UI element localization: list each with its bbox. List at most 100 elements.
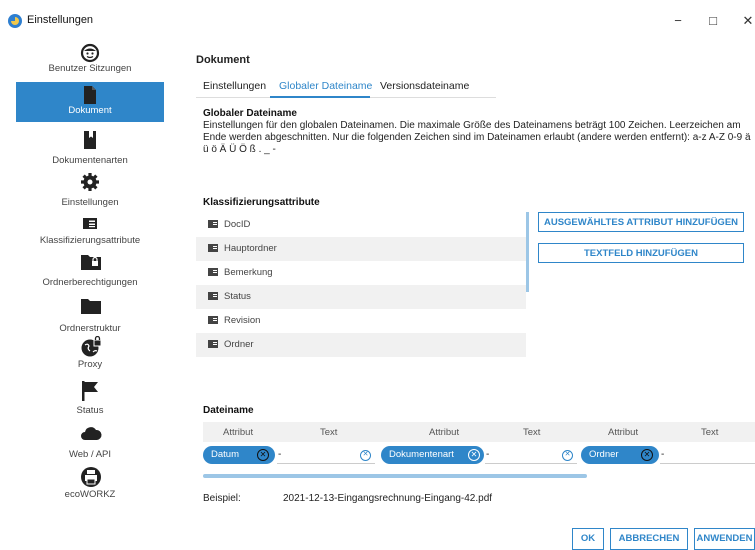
sidebar-item-dokument[interactable]: Dokument [16,82,164,122]
tag-icon [208,244,218,252]
sidebar-item-label: Klassifizierungsattribute [39,235,141,246]
sidebar-item-benutzer-sitzungen[interactable]: Benutzer Sitzungen [16,40,164,84]
sidebar-item-klassifizierungsattribute[interactable]: Klassifizierungsattribute [16,214,164,254]
filename-builder: Attribut Text Attribut Text Attribut Tex… [203,422,755,492]
sidebar-item-proxy[interactable]: Proxy [16,335,164,376]
chip-label: Datum [211,449,239,460]
sidebar-item-label: Dokument [68,105,112,116]
example-label: Beispiel: [203,493,241,504]
attribute-label: DocID [224,219,251,230]
sidebar-item-label: Einstellungen [61,197,119,208]
sidebar-item-label: Proxy [77,359,103,370]
column-header: Text [701,427,719,438]
attribute-label: Hauptordner [224,243,277,254]
list-item[interactable]: Hauptordner [196,237,526,261]
tab-versionsdateiname[interactable]: Versionsdateiname [380,80,469,92]
attribute-list-scrollbar[interactable] [526,212,529,292]
tag-icon [208,268,218,276]
column-header: Attribut [429,427,460,438]
filename-attribute-chip[interactable]: Ordner ✕ [581,446,659,464]
filename-header-row: Attribut Text Attribut Text Attribut Tex… [203,422,755,442]
globe-lock-icon [80,335,102,357]
close-button[interactable]: ✕ [733,10,755,32]
main-panel: Dokument Einstellungen Globaler Dateinam… [196,40,755,544]
column-header: Text [523,427,541,438]
add-textfield-button[interactable]: TEXTFELD HINZUFÜGEN [538,243,744,263]
sidebar-item-label: Dokumentenarten [52,155,128,166]
clear-text-icon[interactable]: ✕ [562,450,573,461]
sidebar-item-label: Ordnerstruktur [59,323,121,334]
sidebar-item-ordnerstruktur[interactable]: Ordnerstruktur [16,296,164,340]
document-icon [80,85,100,105]
sidebar-item-label: Web / API [68,449,112,460]
cancel-button[interactable]: ABBRECHEN [610,528,688,550]
sidebar-item-dokumentenarten[interactable]: Dokumentenarten [16,130,164,170]
filename-title: Dateiname [203,405,254,416]
filename-attribute-chip[interactable]: Datum ✕ [203,446,275,464]
chip-label: Ordner [589,449,619,460]
sidebar-item-label: Ordnerberechtigungen [42,277,138,288]
tag-list-icon [80,214,100,234]
sidebar-item-status[interactable]: Status [16,380,164,420]
sidebar-item-einstellungen[interactable]: Einstellungen [16,172,164,212]
sidebar-item-web-api[interactable]: Web / API [16,424,164,464]
active-tab-indicator [270,96,370,98]
smiley-icon [80,43,100,63]
filename-text-field[interactable] [660,450,755,464]
sidebar-item-label: Benutzer Sitzungen [48,63,132,74]
bookmark-icon [80,130,100,150]
list-item[interactable]: Revision [196,309,526,333]
printer-icon [80,466,101,487]
remove-icon[interactable]: ✕ [257,449,269,461]
attribute-label: Ordner [224,339,254,350]
cloud-icon [80,424,102,444]
maximize-button[interactable]: □ [698,10,728,32]
list-item[interactable]: Ordner [196,333,526,357]
attribute-label: Bemerkung [224,267,273,278]
window-title: Einstellungen [27,14,94,26]
column-header: Attribut [608,427,639,438]
sidebar-item-ordnerberechtigungen[interactable]: Ordnerberechtigungen [16,252,164,292]
remove-icon[interactable]: ✕ [641,449,653,461]
sidebar: Benutzer Sitzungen Dokument Dokumentenar… [0,40,164,544]
page-title: Dokument [196,54,250,66]
minimize-button[interactable]: − [663,10,693,32]
list-item[interactable]: Bemerkung [196,261,526,285]
title-bar: Einstellungen − □ ✕ [0,0,755,40]
tab-bar: Einstellungen Globaler Dateiname Version… [196,76,496,98]
gear-icon [80,172,100,192]
ok-button[interactable]: OK [572,528,604,550]
filename-scrollbar[interactable] [203,474,587,478]
tab-globaler-dateiname[interactable]: Globaler Dateiname [279,80,372,92]
flag-icon [80,380,100,401]
folder-icon [80,296,101,316]
sidebar-item-label: Status [76,405,104,416]
folder-lock-icon [80,252,101,272]
add-attribute-button[interactable]: AUSGEWÄHLTES ATTRIBUT HINZUFÜGEN [538,212,744,232]
attributes-title: Klassifizierungsattribute [203,197,320,208]
sidebar-item-ecoworkz[interactable]: ecoWORKZ [16,466,164,506]
attribute-list: DocID Hauptordner Bemerkung Status Revis… [196,213,526,381]
apply-button[interactable]: ANWENDEN [694,528,755,550]
tab-einstellungen[interactable]: Einstellungen [203,80,266,92]
section-title: Globaler Dateiname [203,108,297,119]
column-header: Text [320,427,338,438]
app-icon [8,14,22,28]
attribute-label: Revision [224,315,261,326]
column-header: Attribut [223,427,254,438]
list-item[interactable]: Status [196,285,526,309]
clear-text-icon[interactable]: ✕ [360,450,371,461]
remove-icon[interactable]: ✕ [468,449,480,461]
tag-icon [208,340,218,348]
tag-icon [208,292,218,300]
chip-label: Dokumentenart [389,449,454,460]
tag-icon [208,220,218,228]
example-value: 2021-12-13-Eingangsrechnung-Eingang-42.p… [283,493,493,504]
filename-attribute-chip[interactable]: Dokumentenart ✕ [381,446,484,464]
sidebar-item-label: ecoWORKZ [64,489,116,500]
list-item[interactable]: DocID [196,213,526,237]
settings-window: Einstellungen − □ ✕ Benutzer Sitzungen D… [0,0,755,550]
tag-icon [208,316,218,324]
description-text: Einstellungen für den globalen Dateiname… [203,120,751,155]
attribute-label: Status [224,291,251,302]
